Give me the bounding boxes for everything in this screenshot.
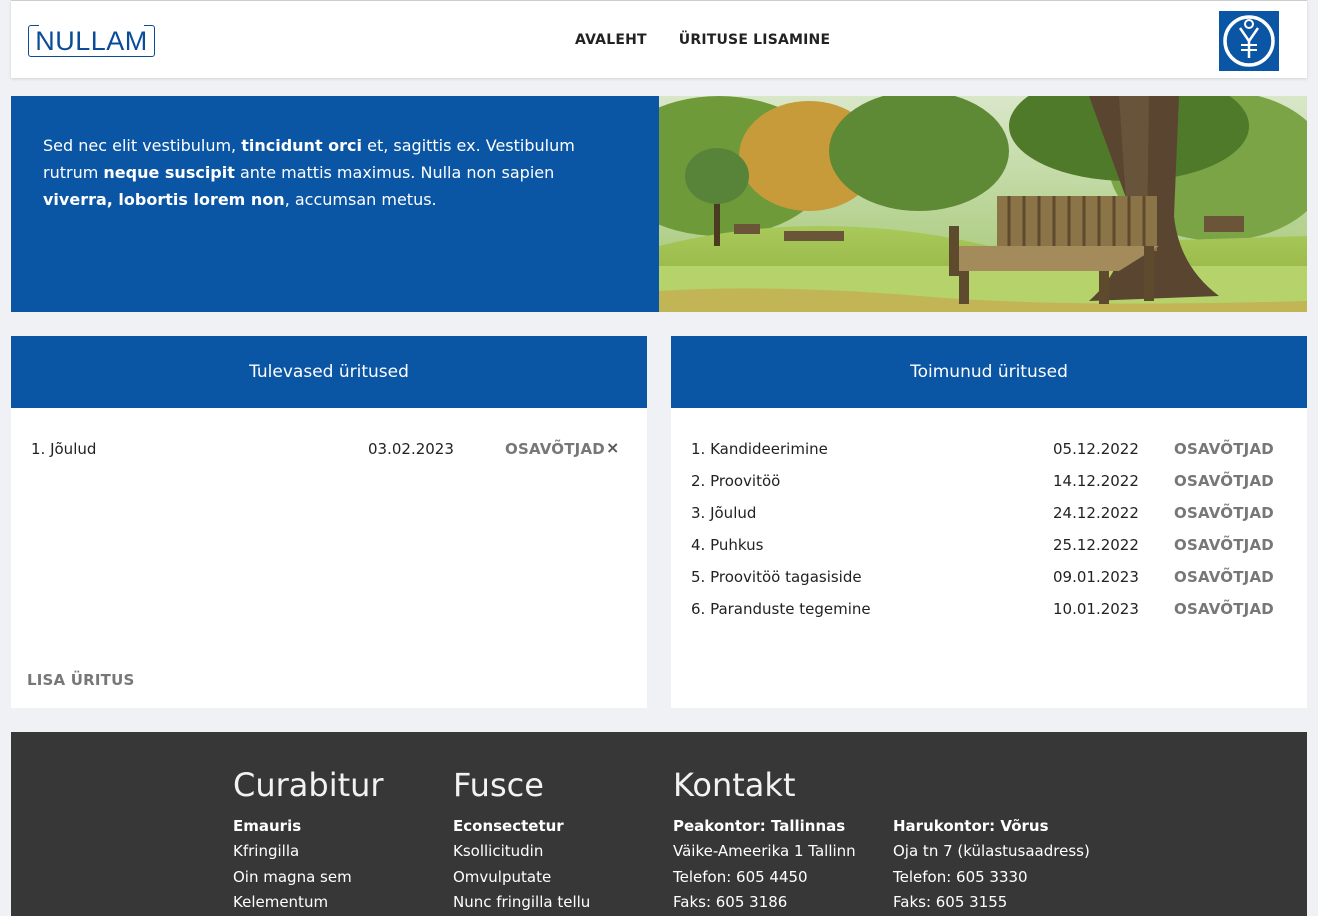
participants-button[interactable]: OSAVÕTJAD bbox=[1174, 472, 1274, 490]
event-date: 09.01.2023 bbox=[1053, 568, 1139, 586]
footer-column-branch: Harukontor: Võrus Oja tn 7 (külastusaadr… bbox=[893, 814, 1090, 916]
past-events-title: Toimunud üritused bbox=[671, 336, 1307, 408]
upcoming-events-list: 1. Jõulud 03.02.2023 OSAVÕTJAD × bbox=[11, 408, 647, 468]
event-date: 14.12.2022 bbox=[1053, 472, 1139, 490]
hero-text-segment: , accumsan metus. bbox=[284, 190, 437, 209]
event-name: 5. Proovitöö tagasiside bbox=[691, 568, 862, 586]
footer-strong: Emauris bbox=[233, 817, 302, 835]
participants-button[interactable]: OSAVÕTJAD bbox=[1174, 600, 1274, 618]
past-events-panel: Toimunud üritused 1. Kandideerimine 05.1… bbox=[671, 336, 1307, 708]
nav-avaleht[interactable]: AVALEHT bbox=[575, 32, 647, 48]
footer-column-curabitur: Curabitur Emauris Kfringilla Oin magna s… bbox=[233, 768, 384, 916]
park-bench-image bbox=[659, 96, 1307, 312]
event-name: 1. Kandideerimine bbox=[691, 440, 828, 458]
footer-fax: Faks: 605 3155 bbox=[893, 893, 1008, 911]
event-name: 6. Paranduste tegemine bbox=[691, 600, 871, 618]
event-date: 24.12.2022 bbox=[1053, 504, 1139, 522]
event-date: 05.12.2022 bbox=[1053, 440, 1139, 458]
footer-strong: Econsectetur bbox=[453, 817, 564, 835]
upcoming-events-panel: Tulevased üritused 1. Jõulud 03.02.2023 … bbox=[11, 336, 647, 708]
hero-text: Sed nec elit vestibulum, tincidunt orci … bbox=[11, 96, 659, 312]
footer-column-kontakt: Kontakt Peakontor: Tallinnas Väike-Ameer… bbox=[673, 768, 856, 916]
footer-address: Väike-Ameerika 1 Tallinn bbox=[673, 842, 856, 860]
footer-strong: Harukontor: Võrus bbox=[893, 817, 1049, 835]
site-header: NULLAM AVALEHT ÜRITUSE LISAMINE bbox=[11, 0, 1307, 78]
hero-text-segment: ante mattis maximus. Nulla non sapien bbox=[234, 163, 555, 182]
nullam-logo[interactable]: NULLAM bbox=[28, 24, 155, 57]
list-item: 2. Proovitöö 14.12.2022 OSAVÕTJAD bbox=[671, 468, 1307, 500]
footer-link[interactable]: Kfringilla bbox=[233, 839, 384, 865]
participants-button[interactable]: OSAVÕTJAD bbox=[1174, 568, 1274, 586]
participants-button[interactable]: OSAVÕTJAD bbox=[505, 440, 605, 458]
list-item: 4. Puhkus 25.12.2022 OSAVÕTJAD bbox=[671, 532, 1307, 564]
nav-urituse-lisamine[interactable]: ÜRITUSE LISAMINE bbox=[679, 32, 830, 48]
hero-text-segment: Sed nec elit vestibulum, bbox=[43, 136, 242, 155]
hero-text-bold: viverra, lobortis lorem non bbox=[43, 190, 285, 209]
yen-emblem-icon bbox=[1219, 11, 1279, 71]
footer-link[interactable]: Oin magna sem bbox=[233, 865, 384, 891]
footer-link[interactable]: Ksollicitudin bbox=[453, 839, 590, 865]
event-date: 03.02.2023 bbox=[368, 440, 454, 458]
footer-address: Oja tn 7 (külastusaadress) bbox=[893, 842, 1090, 860]
footer-strong: Peakontor: Tallinnas bbox=[673, 817, 846, 835]
footer-link[interactable]: Omvulputate bbox=[453, 865, 590, 891]
footer-link[interactable]: Nunc fringilla tellu bbox=[453, 890, 590, 916]
footer-column-fusce: Fusce Econsectetur Ksollicitudin Omvulpu… bbox=[453, 768, 590, 916]
footer-phone: Telefon: 605 4450 bbox=[673, 867, 808, 886]
past-events-list: 1. Kandideerimine 05.12.2022 OSAVÕTJAD 2… bbox=[671, 408, 1307, 628]
event-name: 1. Jõulud bbox=[31, 440, 97, 458]
list-item: 1. Kandideerimine 05.12.2022 OSAVÕTJAD bbox=[671, 436, 1307, 468]
participants-button[interactable]: OSAVÕTJAD bbox=[1174, 440, 1274, 458]
close-icon[interactable]: × bbox=[606, 438, 619, 457]
upcoming-events-title: Tulevased üritused bbox=[11, 336, 647, 408]
hero-text-bold: neque suscipit bbox=[103, 163, 235, 182]
event-date: 10.01.2023 bbox=[1053, 600, 1139, 618]
main-nav: AVALEHT ÜRITUSE LISAMINE bbox=[575, 32, 830, 48]
site-footer: Curabitur Emauris Kfringilla Oin magna s… bbox=[11, 732, 1307, 916]
footer-heading: Curabitur bbox=[233, 766, 384, 804]
hero-text-bold: tincidunt orci bbox=[241, 136, 363, 155]
add-event-button[interactable]: LISA ÜRITUS bbox=[27, 671, 135, 689]
participants-button[interactable]: OSAVÕTJAD bbox=[1174, 504, 1274, 522]
footer-link[interactable]: Kelementum bbox=[233, 890, 384, 916]
footer-fax: Faks: 605 3186 bbox=[673, 893, 788, 911]
list-item: 6. Paranduste tegemine 10.01.2023 OSAVÕT… bbox=[671, 596, 1307, 628]
footer-heading: Kontakt bbox=[673, 766, 796, 804]
event-name: 2. Proovitöö bbox=[691, 472, 781, 490]
list-item: 5. Proovitöö tagasiside 09.01.2023 OSAVÕ… bbox=[671, 564, 1307, 596]
participants-button[interactable]: OSAVÕTJAD bbox=[1174, 536, 1274, 554]
list-item: 3. Jõulud 24.12.2022 OSAVÕTJAD bbox=[671, 500, 1307, 532]
footer-heading: Fusce bbox=[453, 766, 544, 804]
footer-phone: Telefon: 605 3330 bbox=[893, 867, 1028, 886]
list-item: 1. Jõulud 03.02.2023 OSAVÕTJAD × bbox=[11, 436, 647, 468]
event-name: 3. Jõulud bbox=[691, 504, 757, 522]
event-date: 25.12.2022 bbox=[1053, 536, 1139, 554]
event-name: 4. Puhkus bbox=[691, 536, 764, 554]
